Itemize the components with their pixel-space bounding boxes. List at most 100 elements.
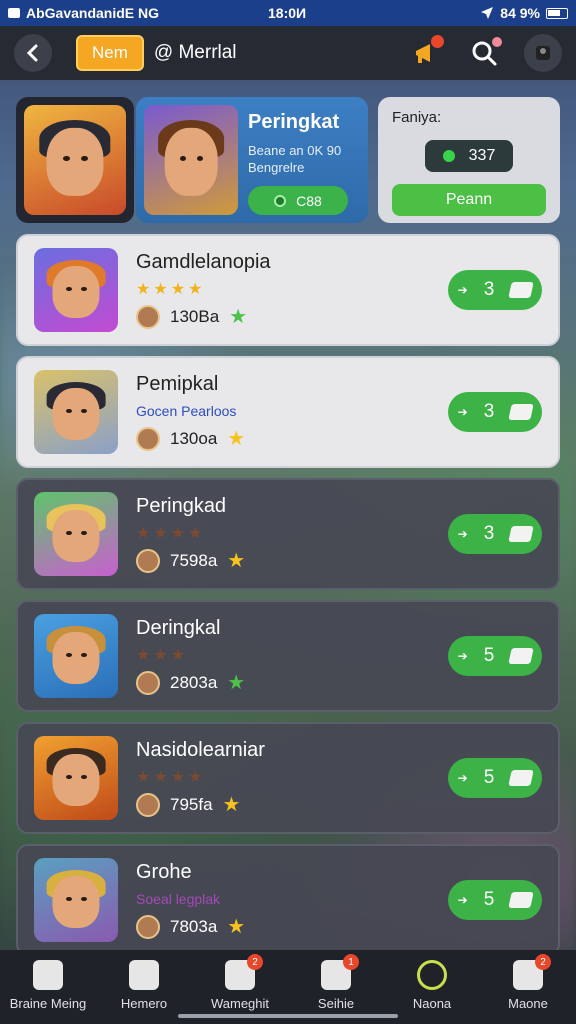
hero-portrait [24,105,126,215]
star-icon: ★ [136,769,151,786]
star-icon: ★ [170,769,186,786]
character-name: Deringkal [136,617,221,639]
character-count: 130oa [170,428,218,448]
nav-label: Naona [412,996,452,1011]
chevron-right-icon: ➔ [457,283,468,297]
character-name: Nasidolearniar [136,739,265,761]
notification-button[interactable] [408,35,444,71]
character-subtitle-text: Gocen Pearloos [136,403,237,419]
character-list: Gamdlelanopia ★ ★ ★ ★ 130Ba ★ ➔ 3 Pemipkal Gocen P… [16,234,560,966]
status-bar: AbGavandanidE NG 18:0И 84 9% [0,0,576,26]
search-dot [492,37,502,47]
chevron-right-icon: ➔ [457,649,468,663]
list-item[interactable]: Deringkal ★ ★ ★ 2803a ★ ➔ 5 [16,600,560,712]
character-subtitle: ★ ★ ★ [136,646,448,664]
gem-button-label: 3 [483,401,495,422]
rank-label: Faniya: [392,109,442,126]
gem-icon [508,648,535,664]
clock: 18:0И [268,5,307,21]
star-icon: ★ [188,281,203,298]
gear-icon: 1 [321,954,359,990]
user-icon [536,46,550,60]
chevron-right-icon: ➔ [457,771,468,785]
rating-star-icon: ★ [227,672,246,694]
bottom-nav: Braine Meing Hemero 2 Wameghit 1 Seihie Naona 2… [0,950,576,1024]
list-item[interactable]: Peringkad ★ ★ ★ ★ 7598a ★ ➔ 3 [16,478,560,590]
notification-dot [431,35,444,48]
gem-icon [508,404,535,420]
gem-button[interactable]: ➔ 5 [448,880,542,920]
notification-icon [8,8,20,18]
nav-item[interactable]: 2 Wameghit [192,954,288,1011]
rank-panel: Faniya: 337 Peann [378,97,560,223]
star-icon: ★ [153,525,168,542]
nav-item[interactable]: 1 Seihie [288,954,384,1011]
featured-section: Peringkat Beane an 0K 90 Bengrelre C88 F… [16,97,560,223]
mini-avatar [136,792,160,817]
nav-badge: 1 [343,954,359,970]
rank-button[interactable]: Peann [392,184,546,216]
nav-label: Seihie [317,996,355,1011]
search-icon [417,960,447,990]
nav-item[interactable]: Hemero [96,960,192,1011]
back-button[interactable] [14,34,52,72]
character-subtitle: Gocen Pearloos [136,402,448,420]
mini-avatar [136,914,160,939]
new-badge-button[interactable]: Nem [76,35,144,71]
nav-item[interactable]: 2 Maone [480,954,576,1011]
nav-badge: 2 [535,954,551,970]
profile-button[interactable] [524,34,562,72]
featured-card[interactable]: Peringkat Beane an 0K 90 Bengrelre C88 [136,97,368,223]
character-subtitle-text: Soeal legplak [136,891,221,907]
character-subtitle: ★ ★ ★ ★ [136,524,448,542]
star-icon: ★ [136,647,151,664]
rating-star-icon: ★ [229,306,248,328]
character-name: Gamdlelanopia [136,251,271,273]
character-avatar [34,492,118,576]
list-item[interactable]: Pemipkal Gocen Pearloos 130oa ★ ➔ 3 [16,356,560,468]
hero-card[interactable] [16,97,134,223]
nav-label: Maone [508,996,548,1011]
nav-item[interactable]: Naona [384,960,480,1011]
character-avatar [34,614,118,698]
arrow-left-icon [26,44,38,62]
character-avatar [34,248,118,332]
gem-button[interactable]: ➔ 5 [448,636,542,676]
character-name: Pemipkal [136,373,219,395]
star-icon: ★ [170,281,186,298]
character-count: 7598a [170,550,218,570]
home-indicator [178,1014,398,1018]
bag-icon: 2 [225,954,263,990]
gem-button[interactable]: ➔ 3 [448,514,542,554]
nav-badge: 2 [247,954,263,970]
carrier-label: AbGavandanidE NG [26,5,160,21]
list-item[interactable]: Gamdlelanopia ★ ★ ★ ★ 130Ba ★ ➔ 3 [16,234,560,346]
nav-item[interactable]: Braine Meing [0,960,96,1011]
character-subtitle: Soeal legplak [136,890,448,908]
gem-button-label: 5 [483,889,495,910]
gem-button[interactable]: ➔ 3 [448,270,542,310]
gem-button-label: 3 [483,523,495,544]
character-count: 2803a [170,672,218,692]
avatar-icon [33,960,63,990]
gem-icon [442,150,455,162]
star-icon: ★ [153,769,168,786]
gem-button[interactable]: ➔ 5 [448,758,542,798]
character-name: Grohe [136,861,192,883]
search-button[interactable] [466,35,502,71]
list-item[interactable]: Nasidolearniar ★ ★ ★ ★ 795fa ★ ➔ 5 [16,722,560,834]
character-avatar [34,370,118,454]
list-item[interactable]: Grohe Soeal legplak 7803a ★ ➔ 5 [16,844,560,956]
rank-value: 337 [468,147,496,164]
character-count: 795fa [170,794,213,814]
featured-pill-button[interactable]: C88 [248,186,348,215]
mini-avatar [136,426,160,451]
gem-button-label: 5 [483,767,495,788]
gem-icon [508,770,535,786]
featured-pill-label: C88 [296,192,322,209]
gem-button[interactable]: ➔ 3 [448,392,542,432]
nav-label: Hemero [120,996,168,1011]
battery-label: 84 9% [500,5,540,21]
rating-star-icon: ★ [227,550,246,572]
gem-icon [508,892,535,908]
